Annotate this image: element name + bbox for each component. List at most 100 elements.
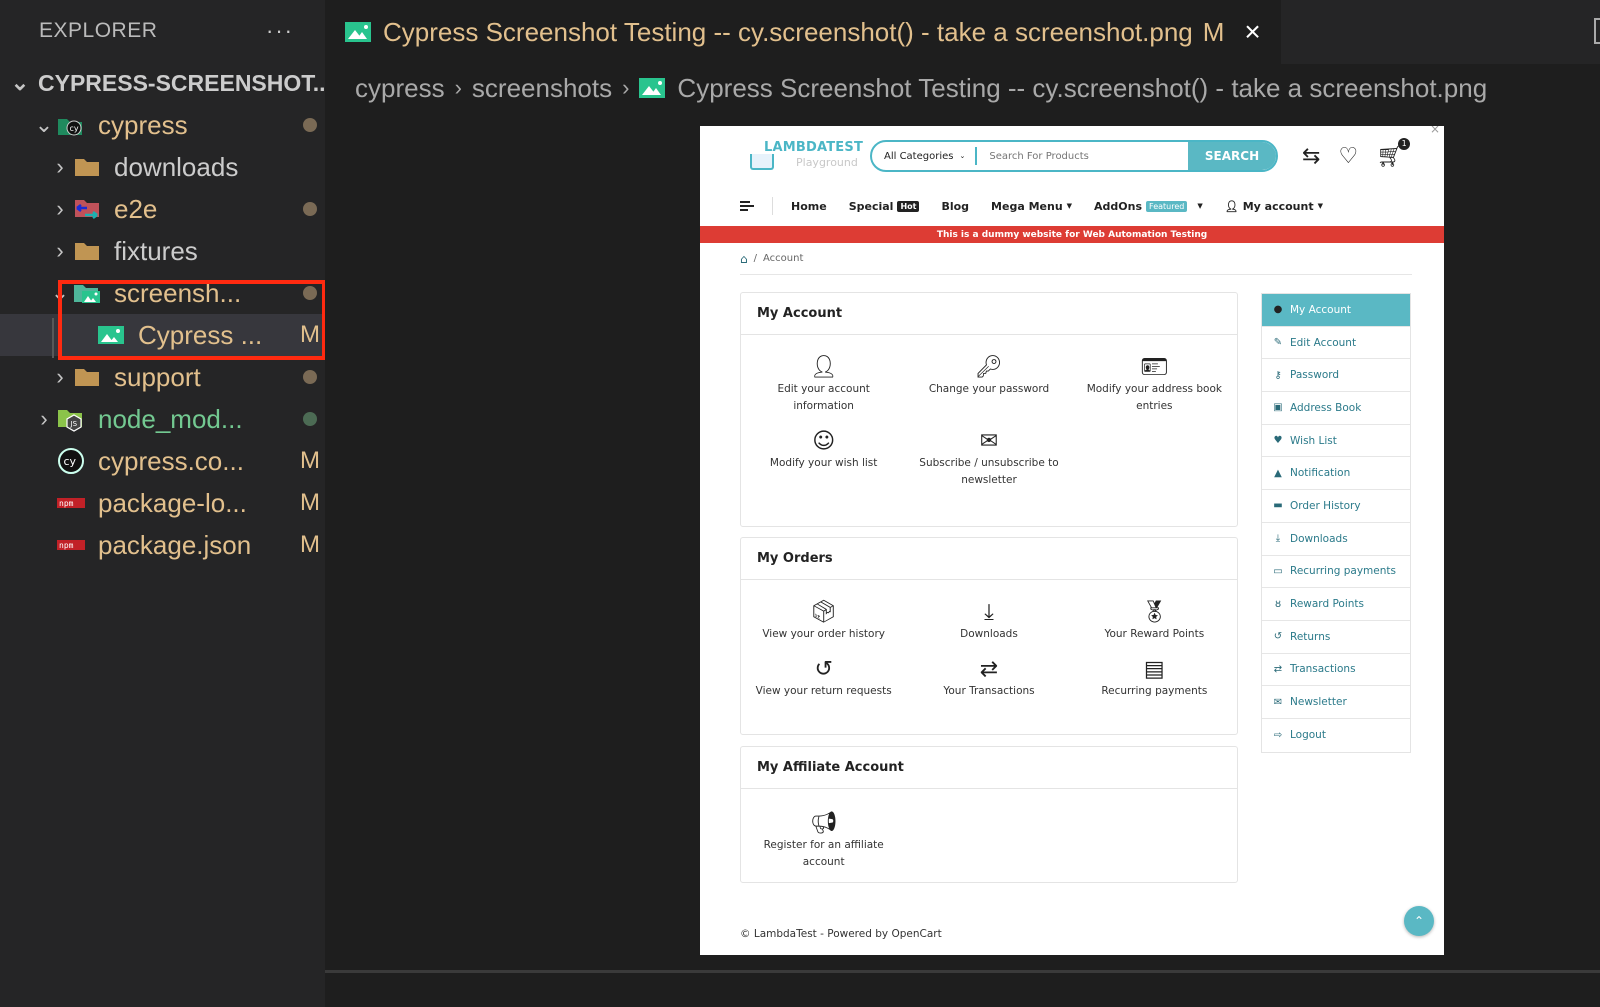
side-menu-notification: ▲ Notification [1262,457,1410,491]
modified-dot [290,363,330,391]
user-icon: ● [1273,304,1283,316]
tree-item-cypress[interactable]: ⌄ cy cypress [0,104,330,146]
account-side-menu: ● My Account ✎ Edit Account ⚷ Password ▣ Add… [1261,293,1411,753]
undo-icon: ↺ [1273,631,1283,643]
exchange-icon: ⇄ [979,657,999,682]
smile-icon: ☺ [812,429,836,454]
box-open-icon: 📦︎ [809,600,838,625]
side-menu-my-account: ● My Account [1262,294,1410,327]
tree-item-screenshot-file[interactable]: Cypress ... M [0,314,330,356]
indent-guide [52,318,54,358]
svg-text:JS: JS [70,420,78,428]
close-icon: × [1429,126,1440,136]
site-footer: © LambdaTest - Powered by OpenCart [740,928,942,940]
user-edit-icon: ✎ [1273,337,1283,349]
modified-badge: M [300,531,320,558]
breadcrumb-item[interactable]: Cypress Screenshot Testing -- cy.screens… [677,73,1487,104]
tree-item-label: package-lo... [98,487,247,518]
chevron-right-icon: › [622,75,630,100]
svg-text:npm: npm [59,541,74,550]
search-input [977,150,1188,162]
tree-root[interactable]: ⌄ CYPRESS-SCREENSHOT... [0,62,330,104]
affiliate-register-link: 📢︎ Register for an affiliate account [763,811,884,868]
undo-icon: ↺ [814,657,833,682]
image-preview: × LAMBDATEST Playground All Categories ⌄ … [700,126,1444,955]
card-title: My Orders [741,538,1237,580]
tree-item-node-modules[interactable]: › JS node_mod... [0,398,330,440]
downloads-link: ⤓ Downloads [960,600,1018,640]
tree-item-cypress-config[interactable]: cy cypress.co... M [0,440,330,482]
tree-item-label: node_mod... [98,403,243,434]
change-password-link: 🔑︎ Change your password [928,355,1050,395]
split-editor-icon[interactable] [1594,18,1600,44]
chevron-right-icon: › [40,406,48,431]
image-file-icon [639,78,666,98]
returns-link: ↺ View your return requests [755,657,892,697]
side-menu-transactions: ⇄ Transactions [1262,654,1410,687]
cart-icon: 🛒︎ 1 [1376,137,1411,169]
user-icon: 👤︎ [1224,199,1239,213]
tab-screenshot-png[interactable]: Cypress Screenshot Testing -- cy.screens… [325,0,1281,64]
nav-blog: Blog [941,199,970,213]
tree-item-fixtures[interactable]: › fixtures [0,230,330,272]
breadcrumb: cypress › screenshots › Cypress Screensh… [325,64,1600,112]
tree-item-screenshots[interactable]: ⌄ screensh... [0,272,330,314]
side-menu-newsletter: ✉ Newsletter [1262,686,1410,719]
vscode-window: EXPLORER ··· ⌄ CYPRESS-SCREENSHOT... ⌄ c… [0,0,1600,1007]
breadcrumb-item[interactable]: screenshots [472,73,612,104]
chevron-right-icon: › [56,238,64,263]
images-folder-icon [72,280,102,306]
tree-item-e2e[interactable]: › e2e [0,188,330,230]
newsletter-link: ✉ Subscribe / unsubscribe to newsletter [919,429,1059,486]
explorer-sidebar: EXPLORER ··· ⌄ CYPRESS-SCREENSHOT... ⌄ c… [0,0,330,1007]
recurring-payments-link: ▤ Recurring payments [1101,657,1208,697]
image-file-icon [345,22,371,42]
modified-badge: M [300,447,320,474]
box-open-icon: ▬ [1273,500,1283,512]
chevron-down-icon: ⌄ [50,280,70,305]
address-book-icon: ▣ [1273,402,1283,414]
folder-icon [72,238,102,264]
side-menu-downloads: ⤓ Downloads [1262,523,1410,556]
tree-item-downloads[interactable]: › downloads [0,146,330,188]
download-icon: ⤓ [1275,533,1281,545]
credit-card-icon: ▭ [1273,565,1283,577]
nav-addons: AddOns Featured ▼ [1094,199,1203,213]
nav-my-account: 👤︎ My account ▼ [1224,199,1323,213]
npm-icon: npm [56,490,86,516]
card-title: My Account [741,293,1237,335]
ellipsis-icon[interactable]: ··· [266,18,294,44]
folder-icon [72,364,102,390]
modified-badge: M [1202,16,1225,47]
tree-item-label: Cypress ... [138,319,263,350]
menu-icon [740,201,754,211]
close-icon[interactable]: × [1244,16,1260,48]
tree-item-package-lock[interactable]: npm package-lo... M [0,482,330,524]
side-menu-logout: ⇨ Logout [1273,729,1326,742]
address-card-icon: 🪪︎ [1140,355,1169,380]
chevron-down-icon: ⌄ [10,70,30,95]
tree-item-label: downloads [114,151,239,182]
nav-special: Special Hot [849,200,920,213]
cypress-logo-icon: cy [56,448,86,474]
side-menu-wish-list: ♥ Wish List [1262,425,1410,458]
tree-item-support[interactable]: › support [0,356,330,398]
svg-text:cy: cy [64,455,77,468]
modified-dot [290,279,330,307]
chevron-down-icon: ⌄ [34,112,54,137]
svg-text:npm: npm [59,499,74,508]
envelope-icon: ✉ [1273,696,1283,708]
side-menu-reward-points: ȣ Reward Points [1262,588,1410,621]
breadcrumb-item[interactable]: cypress [355,73,445,104]
modified-dot [290,195,330,223]
tree-item-package-json[interactable]: npm package.json M [0,524,330,566]
category-select: All Categories ⌄ [872,147,978,165]
tree-item-label: screensh... [114,277,242,308]
horizontal-scrollbar[interactable] [325,970,1600,973]
logout-icon: ⇨ [1273,729,1283,741]
key-icon: ⚷ [1274,369,1282,381]
tree-item-label: cypress.co... [98,445,244,476]
tree-item-label: package.json [98,529,252,560]
edit-account-link: 👤︎ Edit your account information [777,355,870,412]
scroll-to-top-icon: ⌃ [1404,906,1434,936]
